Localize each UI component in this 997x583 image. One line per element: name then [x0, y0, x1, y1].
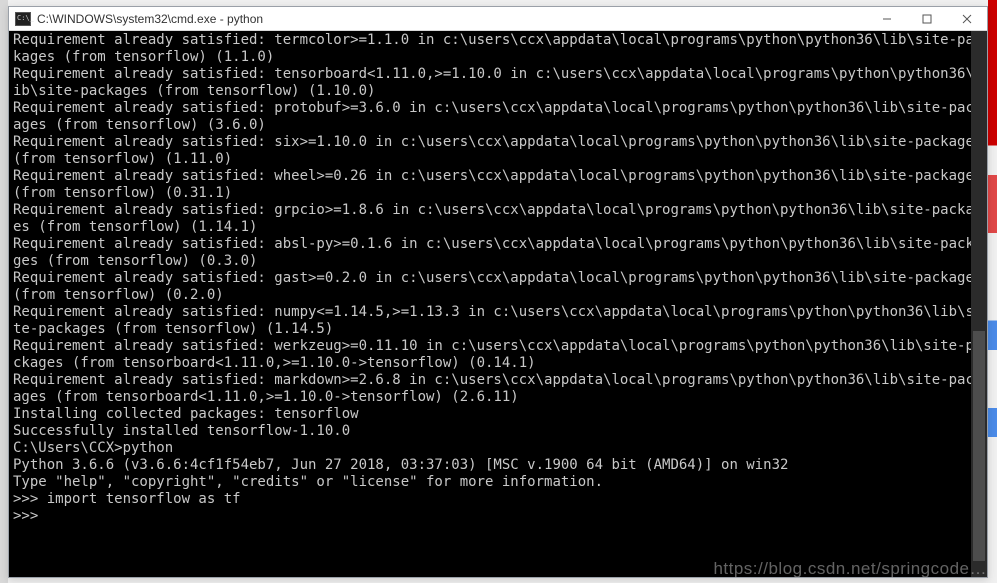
bg-left-strip: [0, 0, 8, 583]
window-title: C:\WINDOWS\system32\cmd.exe - python: [37, 12, 867, 26]
minimize-button[interactable]: [867, 7, 907, 30]
scrollbar[interactable]: [971, 31, 987, 577]
terminal-line: Type "help", "copyright", "credits" or "…: [13, 474, 983, 491]
terminal-line: Python 3.6.6 (v3.6.6:4cf1f54eb7, Jun 27 …: [13, 457, 983, 474]
terminal-line: Requirement already satisfied: absl-py>=…: [13, 236, 983, 270]
bg-right-strip: [988, 0, 997, 583]
scrollbar-thumb[interactable]: [973, 331, 985, 560]
terminal-line: >>> import tensorflow as tf: [13, 491, 983, 508]
terminal-line: Installing collected packages: tensorflo…: [13, 406, 983, 423]
terminal-line: Requirement already satisfied: grpcio>=1…: [13, 202, 983, 236]
terminal-line: Requirement already satisfied: protobuf>…: [13, 100, 983, 134]
cmd-window: C:\WINDOWS\system32\cmd.exe - python Req…: [8, 6, 988, 578]
terminal-line: Requirement already satisfied: gast>=0.2…: [13, 270, 983, 304]
terminal-line: Requirement already satisfied: termcolor…: [13, 32, 983, 66]
terminal-line: >>>: [13, 508, 983, 525]
close-button[interactable]: [947, 7, 987, 30]
terminal-line: Requirement already satisfied: wheel>=0.…: [13, 168, 983, 202]
terminal-line: Requirement already satisfied: numpy<=1.…: [13, 304, 983, 338]
terminal-output[interactable]: Requirement already satisfied: termcolor…: [9, 31, 987, 577]
maximize-button[interactable]: [907, 7, 947, 30]
terminal-line: Requirement already satisfied: tensorboa…: [13, 66, 983, 100]
window-buttons: [867, 7, 987, 30]
terminal-line: Requirement already satisfied: six>=1.10…: [13, 134, 983, 168]
terminal-line: Requirement already satisfied: werkzeug>…: [13, 338, 983, 372]
terminal-line: C:\Users\CCX>python: [13, 440, 983, 457]
cmd-icon: [15, 12, 31, 26]
titlebar[interactable]: C:\WINDOWS\system32\cmd.exe - python: [9, 7, 987, 31]
terminal-line: Successfully installed tensorflow-1.10.0: [13, 423, 983, 440]
terminal-line: Requirement already satisfied: markdown>…: [13, 372, 983, 406]
